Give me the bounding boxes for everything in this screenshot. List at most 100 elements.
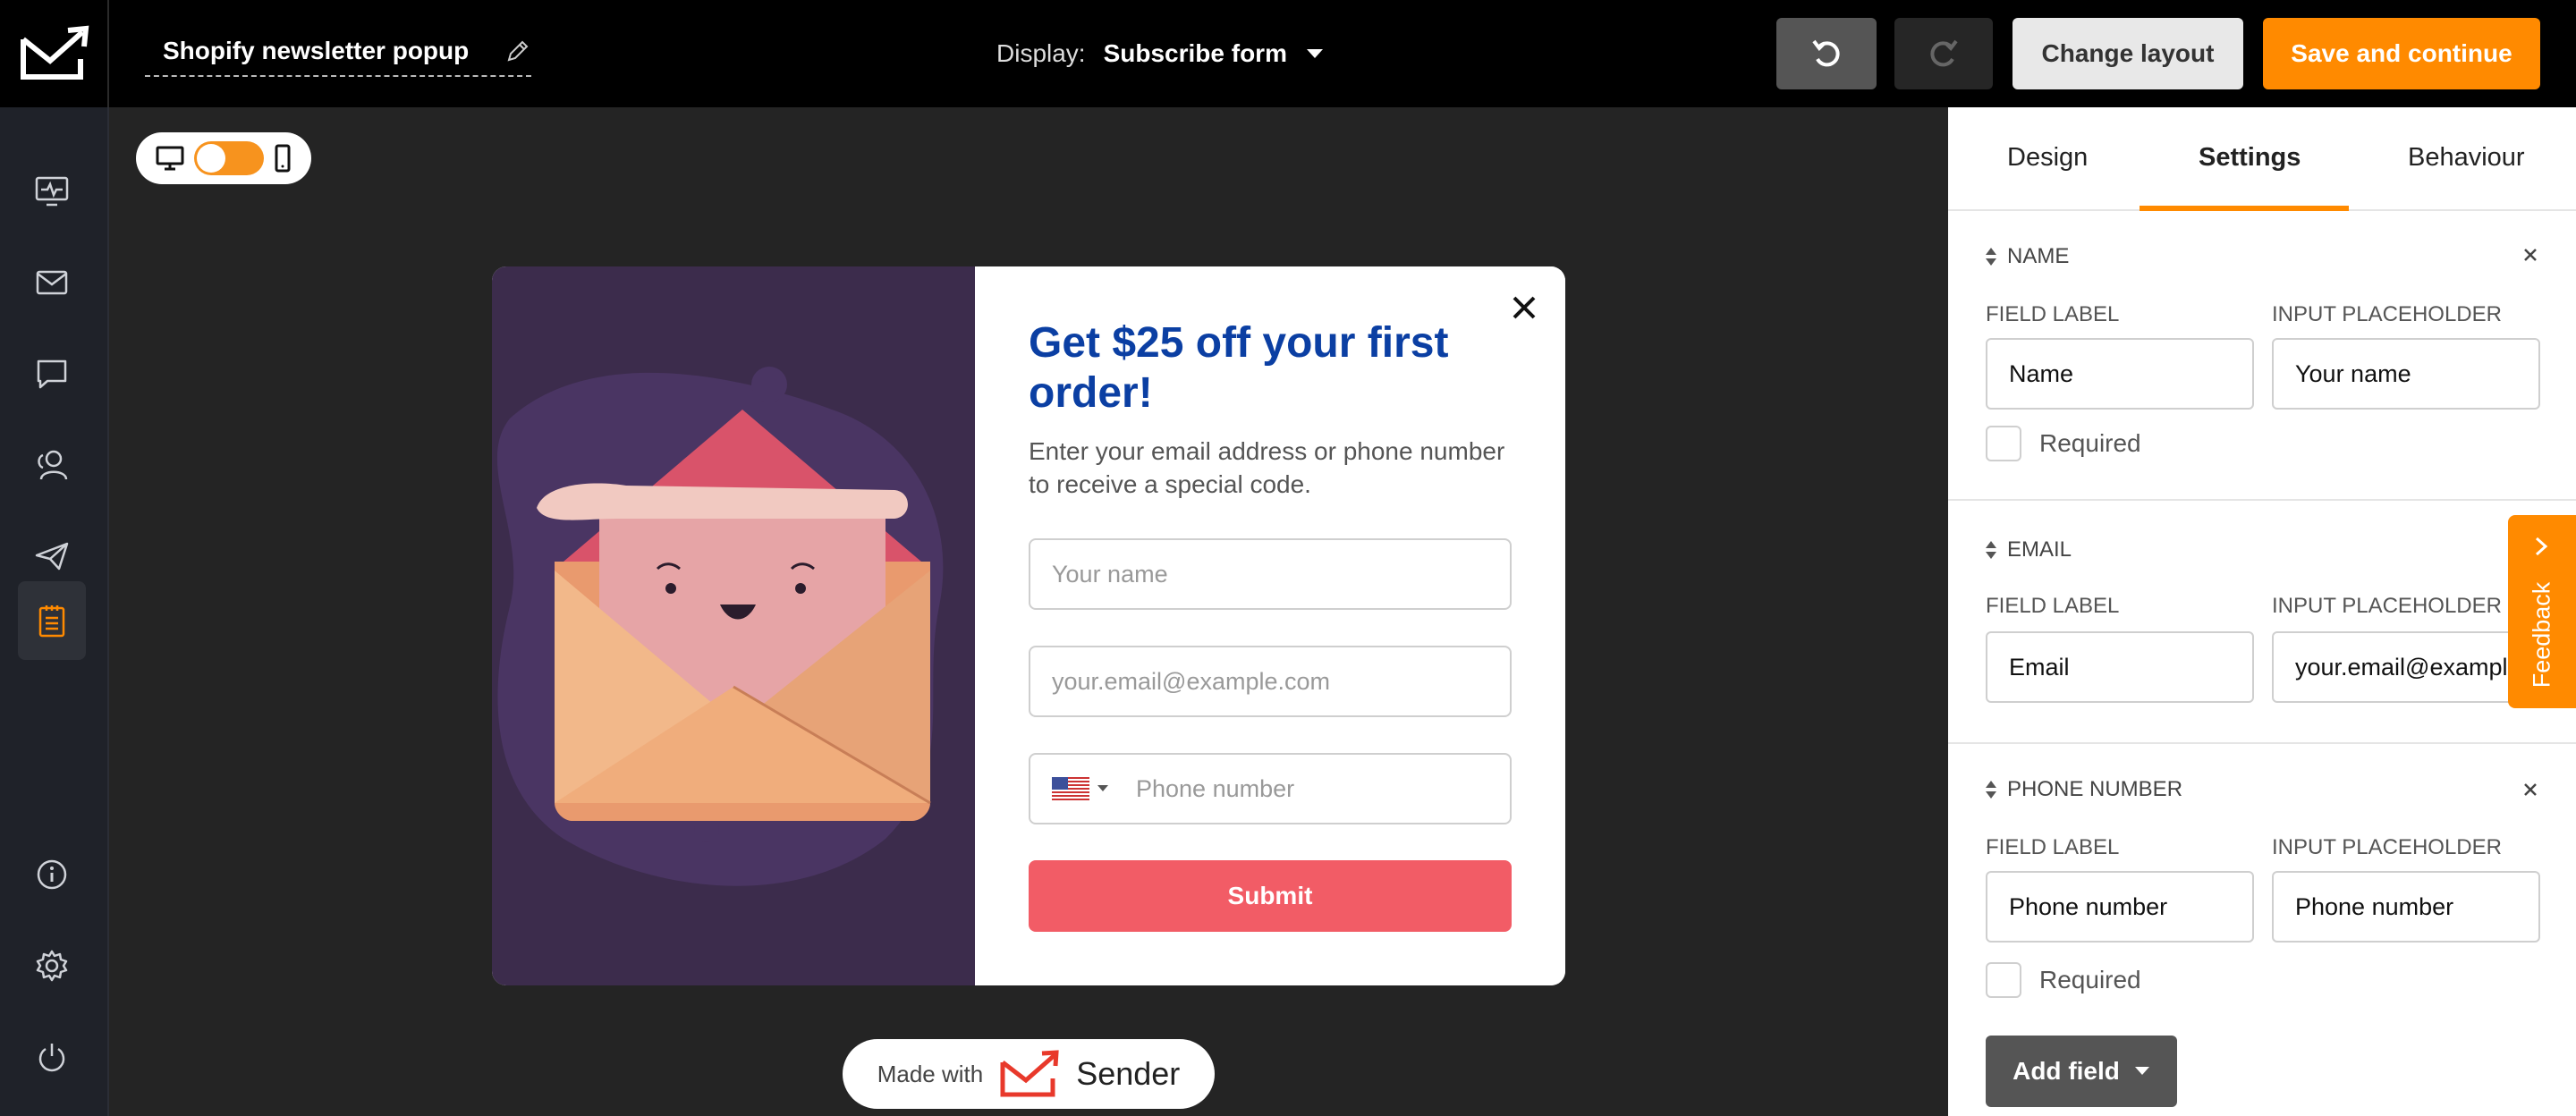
redo-icon xyxy=(1930,39,1958,67)
settings-panel: Design Settings Behaviour NAME FIELD LAB… xyxy=(1948,107,2576,1116)
feedback-label: Feedback xyxy=(2528,581,2555,689)
placeholder-caption: INPUT PLACEHOLDER xyxy=(2272,835,2502,859)
feedback-tab[interactable]: Feedback xyxy=(2508,515,2576,708)
country-code-selector[interactable] xyxy=(1052,777,1109,800)
display-value: Subscribe form xyxy=(1103,39,1287,67)
field-block-name: NAME FIELD LABEL INPUT PLACEHOLDER Name … xyxy=(1948,211,2576,501)
tab-design[interactable]: Design xyxy=(2007,143,2088,173)
chevron-right-icon xyxy=(2535,537,2548,556)
sender-brand: Sender xyxy=(1076,1055,1181,1092)
power-icon xyxy=(38,1044,65,1072)
users-icon xyxy=(38,450,68,480)
field-header-phone[interactable]: PHONE NUMBER xyxy=(1984,776,2182,803)
drag-sort-icon[interactable] xyxy=(1984,779,1998,800)
sidebar-item-dashboard[interactable] xyxy=(18,152,86,231)
popup-close-button[interactable] xyxy=(1506,290,1542,326)
clipboard-icon xyxy=(38,605,65,638)
placeholder-caption: INPUT PLACEHOLDER xyxy=(2272,302,2502,326)
envelope-logo-icon xyxy=(21,25,89,80)
undo-button[interactable] xyxy=(1776,18,1877,89)
save-and-continue-button[interactable]: Save and continue xyxy=(2263,18,2540,89)
sender-logo-icon xyxy=(1000,1050,1059,1097)
sender-logo[interactable] xyxy=(0,0,109,107)
field-label-caption: FIELD LABEL xyxy=(1986,594,2120,618)
left-sidebar xyxy=(0,107,109,1116)
popup-preview: Get $25 off your first order! Enter your… xyxy=(492,266,1565,985)
sidebar-item-settings[interactable] xyxy=(18,926,86,1005)
change-layout-button[interactable]: Change layout xyxy=(2012,18,2243,89)
drag-sort-icon[interactable] xyxy=(1984,539,1998,561)
tab-settings[interactable]: Settings xyxy=(2199,143,2301,173)
display-selector[interactable]: Display: Subscribe form xyxy=(996,34,1325,73)
phone-input[interactable]: Phone number xyxy=(1029,753,1512,824)
popup-subtext: Enter your email address or phone number… xyxy=(1029,437,1505,498)
top-bar: Shopify newsletter popup Display: Subscr… xyxy=(0,0,2576,107)
sidebar-item-chat[interactable] xyxy=(18,334,86,413)
mobile-icon[interactable] xyxy=(274,144,292,173)
field-title: EMAIL xyxy=(2007,537,2072,562)
undo-icon xyxy=(1812,39,1840,67)
redo-button[interactable] xyxy=(1894,18,1993,89)
mail-icon xyxy=(36,270,68,295)
name-placeholder: Your name xyxy=(1052,560,1168,588)
add-field-button[interactable]: Add field xyxy=(1986,1036,2177,1107)
sidebar-item-subscribers[interactable] xyxy=(18,426,86,504)
field-label-input[interactable]: Name xyxy=(1986,338,2254,410)
close-icon xyxy=(2524,783,2537,796)
made-with-sender-badge[interactable]: Made with Sender xyxy=(843,1039,1215,1109)
popup-heading: Get $25 off your first order! xyxy=(1029,319,1449,417)
monitor-pulse-icon xyxy=(35,176,69,207)
field-label-caption: FIELD LABEL xyxy=(1986,302,2120,326)
close-icon xyxy=(2524,249,2537,261)
required-checkbox[interactable] xyxy=(1986,426,2021,461)
caret-down-icon xyxy=(1306,49,1323,58)
submit-button[interactable]: Submit xyxy=(1029,860,1512,932)
field-placeholder-input[interactable]: Phone number xyxy=(2272,871,2540,943)
field-header-email[interactable]: EMAIL xyxy=(1984,537,2072,563)
field-block-email: EMAIL FIELD LABEL INPUT PLACEHOLDER Emai… xyxy=(1948,501,2576,744)
drag-sort-icon[interactable] xyxy=(1984,246,1998,267)
field-header-name[interactable]: NAME xyxy=(1984,243,2069,270)
name-input[interactable]: Your name xyxy=(1029,538,1512,610)
sidebar-item-campaigns[interactable] xyxy=(18,243,86,322)
device-switch[interactable] xyxy=(194,141,264,175)
field-label-caption: FIELD LABEL xyxy=(1986,835,2120,859)
panel-tabs: Design Settings Behaviour xyxy=(1948,107,2576,211)
field-label-input[interactable]: Email xyxy=(1986,631,2254,703)
popup-form: Get $25 off your first order! Enter your… xyxy=(975,266,1565,985)
us-flag-icon xyxy=(1052,777,1089,800)
sidebar-item-logout[interactable] xyxy=(18,1018,86,1096)
envelope-illustration xyxy=(492,266,975,985)
required-label: Required xyxy=(2039,966,2141,993)
field-placeholder-input[interactable]: your.email@example.com xyxy=(2272,631,2540,703)
field-placeholder-input[interactable]: Your name xyxy=(2272,338,2540,410)
field-label-input[interactable]: Phone number xyxy=(1986,871,2254,943)
popup-title: Shopify newsletter popup xyxy=(163,37,470,64)
desktop-icon[interactable] xyxy=(156,146,184,171)
field-title: PHONE NUMBER xyxy=(2007,777,2183,801)
add-field-label: Add field xyxy=(2012,1057,2120,1085)
email-input[interactable]: your.email@example.com xyxy=(1029,646,1512,717)
required-toggle[interactable]: Required xyxy=(1986,426,2141,461)
gear-icon xyxy=(36,950,68,982)
required-label: Required xyxy=(2039,429,2141,457)
email-placeholder: your.email@example.com xyxy=(1052,667,1331,695)
required-checkbox[interactable] xyxy=(1986,962,2021,998)
display-label: Display: xyxy=(996,39,1086,67)
device-toggle[interactable] xyxy=(136,132,311,184)
paper-plane-icon xyxy=(35,542,69,571)
made-with-label: Made with xyxy=(877,1060,984,1087)
tab-behaviour[interactable]: Behaviour xyxy=(2408,143,2525,173)
placeholder-caption: INPUT PLACEHOLDER xyxy=(2272,594,2502,618)
close-icon xyxy=(1513,296,1536,319)
caret-down-icon xyxy=(2134,1067,2149,1075)
required-toggle[interactable]: Required xyxy=(1986,962,2141,998)
remove-field-button[interactable] xyxy=(2519,243,2542,266)
caret-down-icon xyxy=(1097,785,1108,791)
info-icon xyxy=(37,859,67,890)
sidebar-item-forms[interactable] xyxy=(18,581,86,660)
remove-field-button[interactable] xyxy=(2519,778,2542,801)
popup-title-field[interactable]: Shopify newsletter popup xyxy=(145,27,531,77)
sidebar-item-info[interactable] xyxy=(18,835,86,914)
pencil-icon[interactable] xyxy=(504,38,531,64)
